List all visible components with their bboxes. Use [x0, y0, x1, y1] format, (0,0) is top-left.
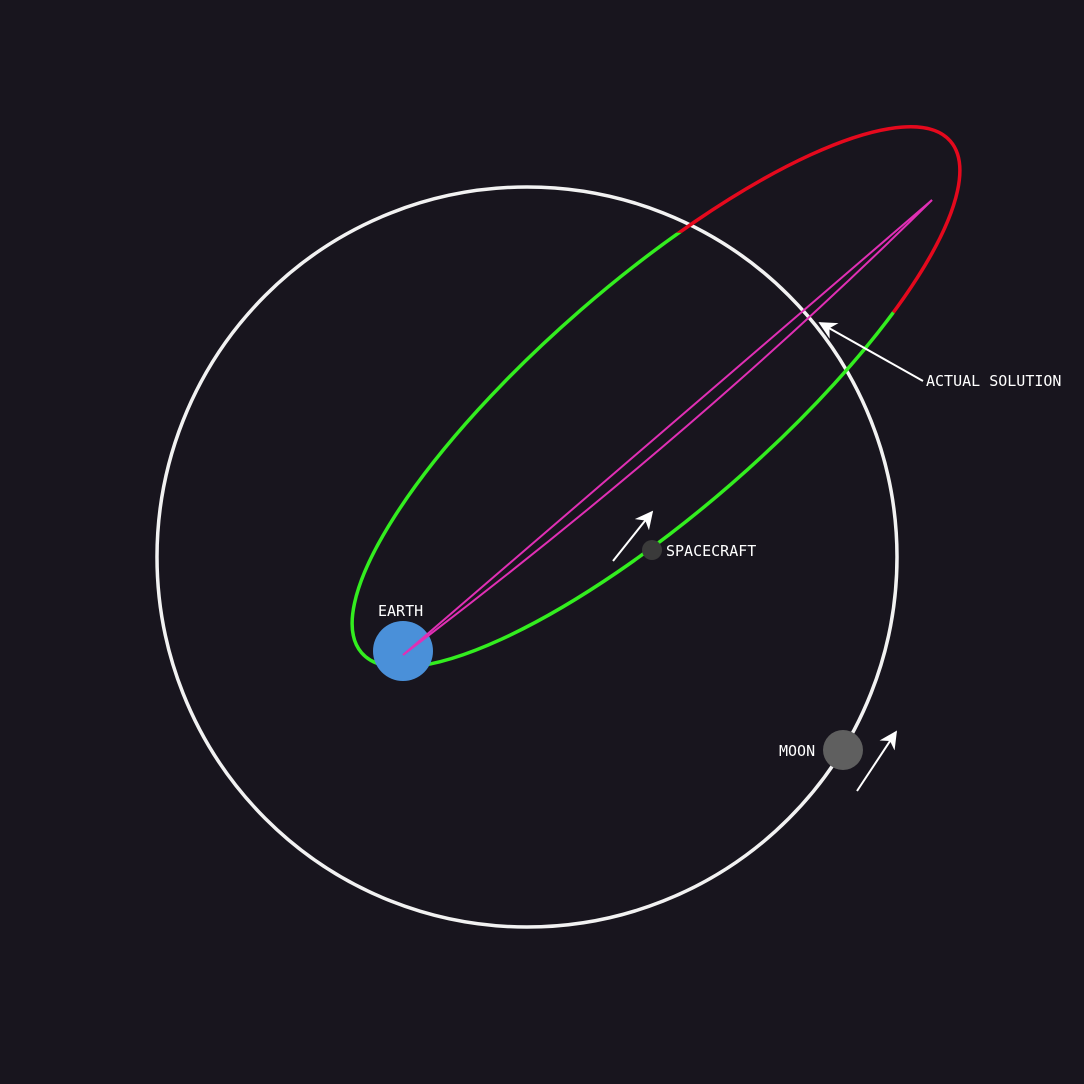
- spacecraft-label: SPACECRAFT: [666, 542, 756, 560]
- earth-icon: [373, 621, 433, 681]
- moon-label: MOON: [779, 742, 815, 760]
- spacecraft-icon: [642, 540, 662, 560]
- earth-label: EARTH: [378, 602, 423, 620]
- moon-velocity-arrow-icon: [856, 730, 897, 792]
- moon-orbit: [155, 185, 899, 929]
- actual-solution-label: ACTUAL SOLUTION: [926, 372, 1061, 390]
- actual-solution-path: [402, 199, 933, 656]
- orbit-diagram: EARTH SPACECRAFT MOON ACTUAL SOLUTION: [155, 125, 1061, 929]
- moon-icon: [823, 730, 863, 770]
